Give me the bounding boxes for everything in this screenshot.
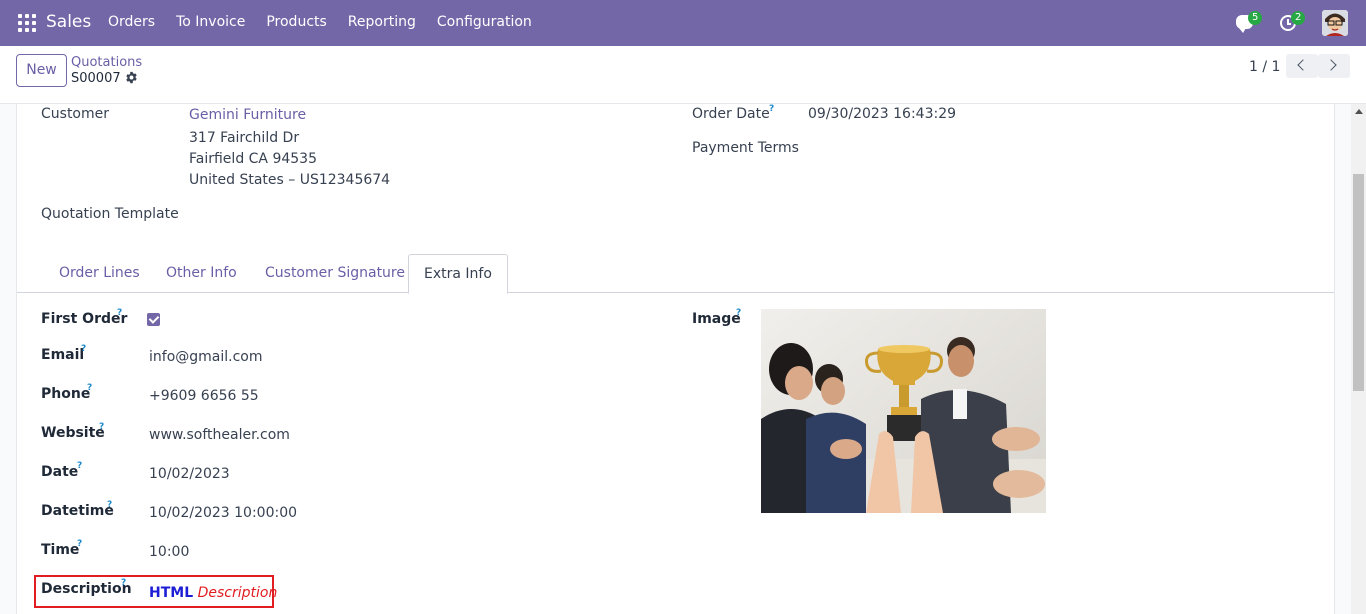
menu-item-to-invoice[interactable]: To Invoice (176, 14, 245, 30)
first-order-checkbox[interactable] (147, 313, 160, 326)
help-tooltip-icon[interactable]: ? (117, 308, 122, 318)
help-tooltip-icon[interactable]: ? (769, 104, 774, 114)
scroll-up-arrow-icon[interactable] (1355, 109, 1363, 114)
gear-icon[interactable] (125, 71, 138, 84)
customer-address-line: 317 Fairchild Dr (189, 130, 300, 146)
datetime-field[interactable]: 10/02/2023 10:00:00 (149, 505, 297, 521)
time-field[interactable]: 10:00 (149, 544, 189, 560)
tab-other-info[interactable]: Other Info (166, 254, 237, 293)
customer-address-line: Fairfield CA 94535 (189, 151, 317, 167)
datetime-label: Datetime (41, 503, 114, 519)
vertical-scrollbar[interactable] (1351, 104, 1366, 614)
help-tooltip-icon[interactable]: ? (736, 308, 741, 318)
pager-next-button[interactable] (1318, 54, 1350, 78)
payment-terms-label: Payment Terms (692, 140, 799, 156)
app-name[interactable]: Sales (46, 12, 91, 32)
messages-count-badge: 5 (1248, 11, 1263, 25)
help-tooltip-icon[interactable]: ? (87, 383, 92, 393)
customer-address-line: United States – US12345674 (189, 172, 391, 188)
menu-item-orders[interactable]: Orders (108, 14, 155, 30)
help-tooltip-icon[interactable]: ? (77, 461, 82, 471)
description-highlight-box (34, 575, 274, 608)
email-label: Email (41, 347, 85, 363)
new-button[interactable]: New (16, 54, 67, 87)
chevron-left-icon (1297, 59, 1309, 71)
date-field[interactable]: 10/02/2023 (149, 466, 230, 482)
help-tooltip-icon[interactable]: ? (81, 344, 86, 354)
pager-value[interactable]: 1 / 1 (1249, 59, 1280, 75)
first-order-label: First Order (41, 311, 128, 327)
form-sheet: Customer Gemini Furniture 317 Fairchild … (16, 104, 1335, 614)
email-field[interactable]: info@gmail.com (149, 349, 263, 365)
control-panel: New Quotations S00007 1 / 1 (0, 46, 1366, 104)
top-navbar: Sales Orders To Invoice Products Reporti… (0, 0, 1366, 46)
website-label: Website (41, 425, 105, 441)
breadcrumb-current-record: S00007 (71, 71, 121, 86)
order-date-value[interactable]: 09/30/2023 16:43:29 (808, 106, 956, 122)
order-date-label: Order Date (692, 106, 770, 122)
customer-name-link[interactable]: Gemini Furniture (189, 107, 306, 123)
tab-extra-info[interactable]: Extra Info (408, 254, 508, 294)
customer-label: Customer (41, 106, 110, 122)
date-label: Date (41, 464, 79, 480)
quotation-template-label: Quotation Template (41, 206, 179, 222)
user-avatar[interactable] (1322, 10, 1348, 36)
activities-count-badge: 2 (1291, 11, 1306, 25)
pager-previous-button[interactable] (1286, 54, 1318, 78)
tab-customer-signature[interactable]: Customer Signature (265, 254, 405, 293)
scrollbar-thumb[interactable] (1353, 174, 1364, 391)
apps-menu-icon[interactable] (18, 14, 36, 32)
phone-field[interactable]: +9609 6656 55 (149, 388, 259, 404)
website-field[interactable]: www.softhealer.com (149, 427, 290, 443)
menu-item-configuration[interactable]: Configuration (437, 14, 532, 30)
tab-order-lines[interactable]: Order Lines (59, 254, 140, 293)
breadcrumb-quotations[interactable]: Quotations (71, 55, 142, 70)
chevron-right-icon (1325, 59, 1337, 71)
image-label: Image (692, 311, 741, 327)
help-tooltip-icon[interactable]: ? (77, 539, 82, 549)
main-menu: Orders To Invoice Products Reporting Con… (108, 14, 553, 30)
menu-item-reporting[interactable]: Reporting (348, 14, 416, 30)
phone-label: Phone (41, 386, 91, 402)
notebook-tabs: Order Lines Other Info Customer Signatur… (17, 254, 1334, 294)
trophy-team-image[interactable] (761, 309, 1046, 513)
menu-item-products[interactable]: Products (266, 14, 326, 30)
help-tooltip-icon[interactable]: ? (107, 500, 112, 510)
help-tooltip-icon[interactable]: ? (99, 422, 104, 432)
time-label: Time (41, 542, 80, 558)
